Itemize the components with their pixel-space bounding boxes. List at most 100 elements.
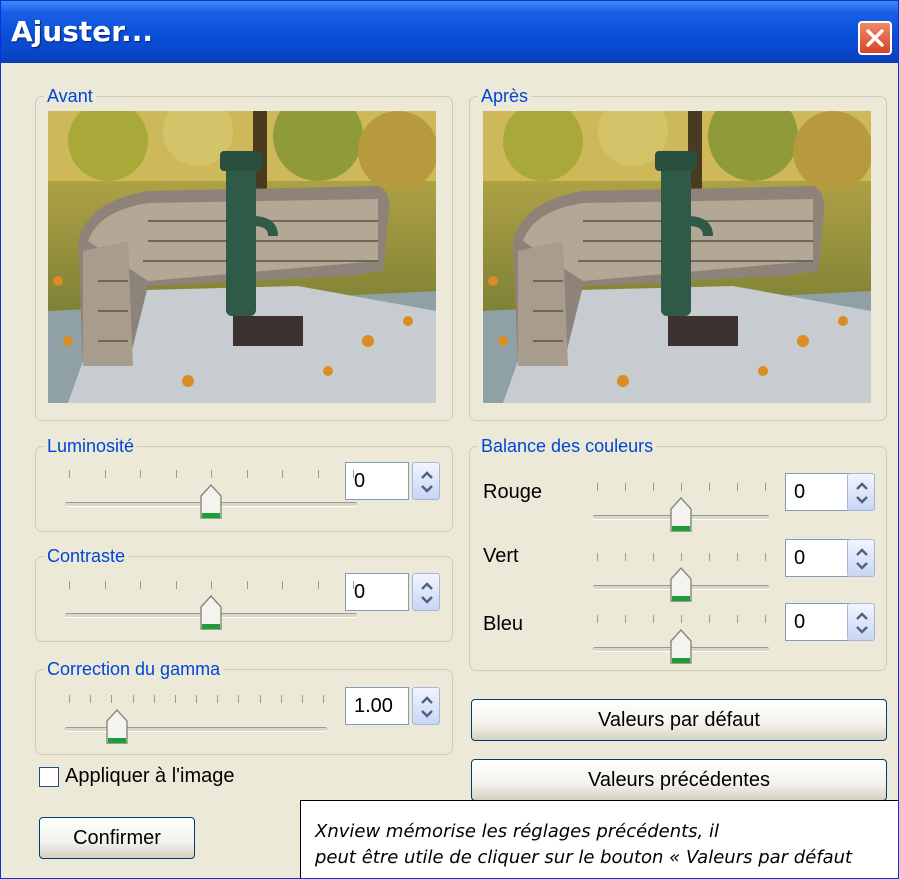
slider-tick [282,581,283,589]
before-image [48,111,436,403]
slider-tick [111,695,113,703]
slider-tick [765,553,766,561]
slider-tick [69,581,70,589]
gamma-slider-thumb[interactable] [106,708,129,745]
green-spinner[interactable] [847,539,875,577]
slider-tick [211,470,212,478]
gamma-spinner[interactable] [412,687,440,725]
green-input[interactable]: 0 [785,539,849,577]
brightness-slider-thumb[interactable] [200,483,222,520]
slider-tick [217,695,219,703]
close-icon [866,29,884,47]
spinner-arrows-icon [856,548,868,570]
brightness-input[interactable]: 0 [345,462,409,500]
slider-tick [301,695,303,703]
slider-tick [104,470,106,478]
slider-tick [737,553,738,561]
previous-values-button[interactable]: Valeurs précédentes [471,759,887,801]
blue-slider-thumb[interactable] [670,628,692,665]
close-button[interactable] [858,21,892,55]
apply-to-image-checkbox[interactable] [39,767,59,787]
slider-tick [353,470,354,478]
after-image [483,111,871,403]
slider-tick [737,483,738,491]
slider-tick [709,615,710,623]
default-values-button[interactable]: Valeurs par défaut [471,699,887,741]
slider-tick [90,695,92,703]
slider-tick [625,615,626,623]
slider-tick [653,483,654,491]
slider-tick [280,695,282,703]
slider-tick [259,695,261,703]
slider-tick [597,615,598,623]
spinner-arrows-icon [421,471,433,493]
window-title: Ajuster... [11,15,153,48]
fountain-photo [48,111,436,403]
adjust-dialog: Ajuster... Avant Après Luminosité 0 Cont… [0,0,899,879]
slider-tick [153,695,155,703]
slider-tick [317,581,319,589]
contrast-group-label: Contraste [44,544,129,568]
slider-tick [353,581,354,589]
slider-tick [317,470,319,478]
slider-tick [597,483,598,491]
green-label: Vert [483,545,519,567]
slider-tick [282,470,283,478]
contrast-spinner[interactable] [412,573,440,611]
gamma-slider-track[interactable] [65,727,327,732]
color-balance-group-label: Balance des couleurs [478,434,657,458]
gamma-input[interactable]: 1.00 [345,687,409,725]
before-group-label: Avant [44,84,96,108]
slider-tick [140,470,141,478]
slider-tick [653,615,654,623]
spinner-arrows-icon [856,612,868,634]
slider-tick [625,483,626,491]
fountain-photo [483,111,871,403]
apply-to-image-label[interactable]: Appliquer à l'image [65,765,234,788]
red-slider-thumb[interactable] [670,496,692,533]
brightness-group-label: Luminosité [44,434,138,458]
slider-tick [69,695,70,703]
slider-tick [681,483,682,491]
slider-tick [246,470,248,478]
confirm-button[interactable]: Confirmer [39,817,195,859]
red-input[interactable]: 0 [785,473,849,511]
red-spinner[interactable] [847,473,875,511]
slider-tick [709,483,710,491]
red-label: Rouge [483,481,542,503]
after-group-label: Après [478,84,532,108]
slider-tick [104,581,106,589]
gamma-group-label: Correction du gamma [44,657,224,681]
title-bar[interactable]: Ajuster... [1,1,898,63]
slider-tick [238,695,240,703]
slider-tick [323,695,324,703]
slider-tick [765,615,766,623]
contrast-slider-thumb[interactable] [200,594,222,631]
slider-tick [737,615,738,623]
slider-tick [69,470,70,478]
slider-tick [140,581,141,589]
slider-tick [765,483,766,491]
slider-tick [681,553,682,561]
slider-tick [709,553,710,561]
slider-tick [132,695,134,703]
slider-tick [625,553,626,561]
slider-tick [246,581,248,589]
spinner-arrows-icon [421,582,433,604]
slider-tick [175,581,177,589]
blue-input[interactable]: 0 [785,603,849,641]
spinner-arrows-icon [856,482,868,504]
blue-label: Bleu [483,613,524,635]
annotation-note: Xnview mémorise les réglages précédents,… [300,800,898,878]
note-line-2: peut être utile de cliquer sur le bouton… [315,847,853,868]
note-line-1: Xnview mémorise les réglages précédents,… [315,821,720,842]
green-slider-thumb[interactable] [670,566,692,603]
spinner-arrows-icon [421,696,433,718]
slider-tick [174,695,176,703]
blue-spinner[interactable] [847,603,875,641]
slider-tick [211,581,212,589]
slider-tick [175,470,177,478]
contrast-input[interactable]: 0 [345,573,409,611]
slider-tick [597,553,598,561]
brightness-spinner[interactable] [412,462,440,500]
